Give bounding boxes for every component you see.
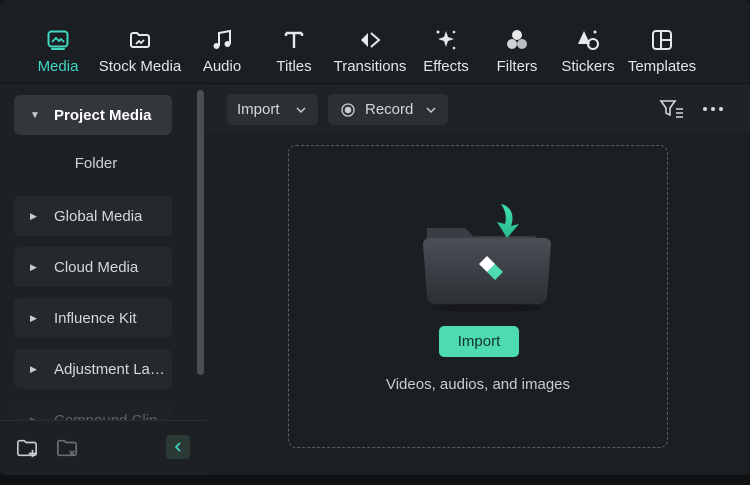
title-t-icon (284, 31, 304, 48)
sidebar-list: ▼ Project Media Folder ▶ Global Media ▶ … (0, 85, 207, 420)
filter-circles-icon (507, 30, 527, 49)
collapse-sidebar-button[interactable] (166, 435, 190, 459)
media-panel-window: Media Stock Media Audio Titles Transitio… (0, 0, 750, 475)
tab-stickers-label: Stickers (561, 58, 615, 75)
tab-stock-media-label: Stock Media (98, 58, 182, 75)
tab-filters[interactable]: Filters (492, 22, 542, 78)
import-dropdown[interactable]: Import (227, 94, 318, 125)
tab-filters-label: Filters (496, 58, 538, 75)
filter-sort-icon[interactable] (659, 98, 685, 120)
tab-templates[interactable]: Templates (626, 22, 698, 78)
top-toolbar: Media Stock Media Audio Titles Transitio… (0, 0, 750, 84)
sidebar-item-project-media[interactable]: ▼ Project Media (14, 95, 172, 135)
tab-titles[interactable]: Titles (270, 22, 318, 78)
tab-media[interactable]: Media (30, 22, 86, 78)
sidebar-item-adjustment-layer[interactable]: ▶ Adjustment Layer (14, 349, 172, 389)
caret-right-icon: ▶ (30, 261, 37, 272)
chevron-down-icon (296, 106, 306, 113)
media-content-area: Import Videos, audios, and images (207, 133, 750, 475)
sidebar-item-global-media[interactable]: ▶ Global Media (14, 196, 172, 236)
sidebar-item-folder[interactable]: Folder (14, 155, 178, 172)
caret-down-icon: ▼ (30, 109, 40, 121)
tab-effects-label: Effects (423, 58, 469, 75)
sidebar-item-compound-clip[interactable]: ▶ Compound Clip (14, 400, 172, 420)
stock-media-icon (130, 32, 150, 48)
tab-audio-label: Audio (202, 58, 242, 75)
media-main-panel: Import Record Import Videos, audios, and… (207, 85, 750, 475)
sidebar-item-label: Global Media (54, 207, 143, 225)
new-folder-icon[interactable] (16, 437, 38, 459)
sidebar-item-label: Cloud Media (54, 258, 139, 276)
tab-templates-label: Templates (627, 58, 697, 75)
record-icon (341, 102, 355, 117)
record-dropdown-label: Record (365, 101, 414, 118)
import-button[interactable]: Import (439, 326, 519, 357)
caret-right-icon: ▶ (30, 312, 37, 323)
tab-effects[interactable]: Effects (420, 22, 472, 78)
tab-transitions[interactable]: Transitions (332, 22, 408, 78)
tab-transitions-label: Transitions (333, 58, 407, 75)
media-drop-zone[interactable]: Import Videos, audios, and images (288, 145, 668, 448)
chevron-down-icon (426, 106, 436, 113)
tab-media-label: Media (37, 58, 79, 75)
sidebar-scrollbar[interactable] (197, 90, 204, 375)
more-options-icon[interactable] (701, 101, 725, 117)
sidebar-item-label: Adjustment Layer (54, 360, 170, 378)
template-grid-icon (652, 30, 672, 50)
sidebar-item-cloud-media[interactable]: ▶ Cloud Media (14, 247, 172, 287)
transition-arrows-icon (361, 32, 381, 48)
sticker-icon (578, 30, 599, 50)
sidebar-item-label: Project Media (54, 106, 152, 124)
tab-titles-label: Titles (276, 58, 312, 75)
chevron-left-icon (174, 442, 181, 452)
record-dropdown[interactable]: Record (328, 94, 448, 125)
music-note-icon (213, 29, 231, 49)
import-folder-icon (423, 204, 551, 312)
tab-stickers[interactable]: Stickers (558, 22, 618, 78)
sidebar-item-influence-kit[interactable]: ▶ Influence Kit (14, 298, 172, 338)
import-dropdown-label: Import (237, 101, 280, 118)
caret-right-icon: ▶ (30, 363, 37, 374)
media-action-bar: Import Record (207, 85, 750, 133)
media-sidebar: ▼ Project Media Folder ▶ Global Media ▶ … (0, 85, 207, 475)
sparkle-icon (436, 30, 456, 50)
import-hint-text: Videos, audios, and images (385, 376, 570, 393)
delete-folder-icon[interactable] (56, 437, 78, 459)
sidebar-item-label: Influence Kit (54, 309, 137, 327)
tab-stock-media[interactable]: Stock Media (96, 22, 184, 78)
media-icon (47, 30, 69, 50)
tab-audio[interactable]: Audio (198, 22, 246, 78)
caret-right-icon: ▶ (30, 210, 37, 221)
sidebar-item-label: Compound Clip (54, 411, 158, 421)
bottom-strip (0, 475, 750, 485)
